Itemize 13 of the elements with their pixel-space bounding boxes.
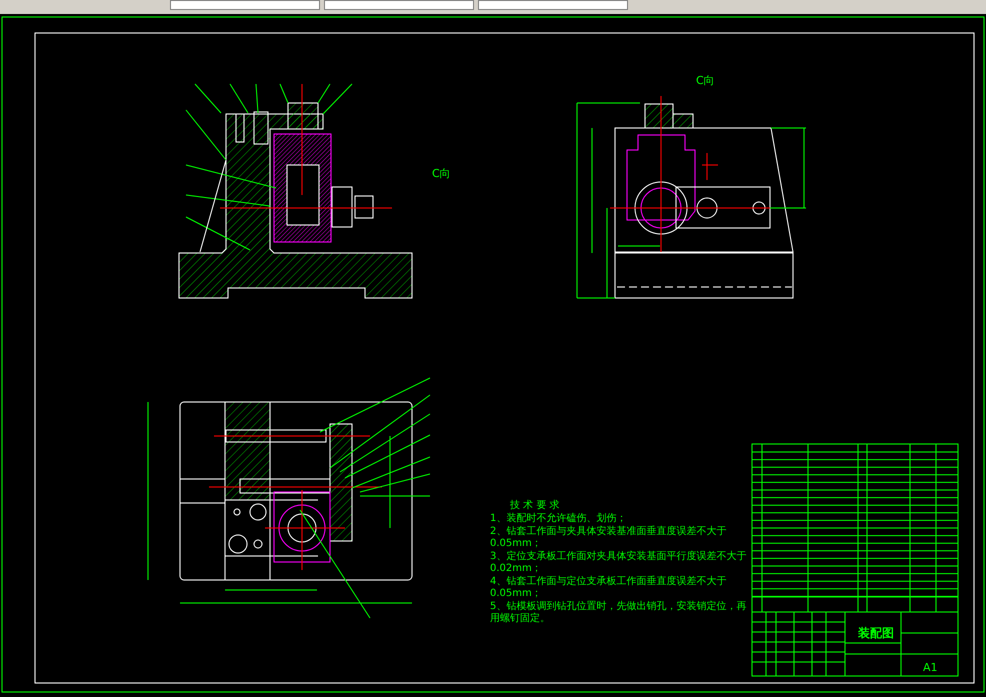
dropdown[interactable] <box>324 0 474 10</box>
requirement-text: 4、钻套工作面与定位支承板工作面垂直度误差不大于0.05mm； <box>490 576 728 600</box>
view-label: C向 <box>696 74 715 87</box>
requirement-text: 2、钻套工作面与夹具体安装基准面垂直度误差不大于0.05mm； <box>490 526 728 550</box>
dropdown[interactable] <box>478 0 628 10</box>
requirement-text: 3、定位支承板工作面对夹具体安装基面平行度误差不大于0.02mm； <box>490 551 748 575</box>
requirement-text: 5、钻模板调到钻孔位置时，先做出销孔，安装销定位，再用螺钉固定。 <box>490 601 748 625</box>
dropdown[interactable] <box>170 0 320 10</box>
requirement-text: 1、装配时不允许磕伤、划伤； <box>490 513 628 525</box>
sheet-size: A1 <box>923 661 938 674</box>
requirements-title: 技 术 要 求 <box>509 500 561 512</box>
view-label: C向 <box>432 167 451 180</box>
drawing-name: 装配图 <box>858 626 894 640</box>
